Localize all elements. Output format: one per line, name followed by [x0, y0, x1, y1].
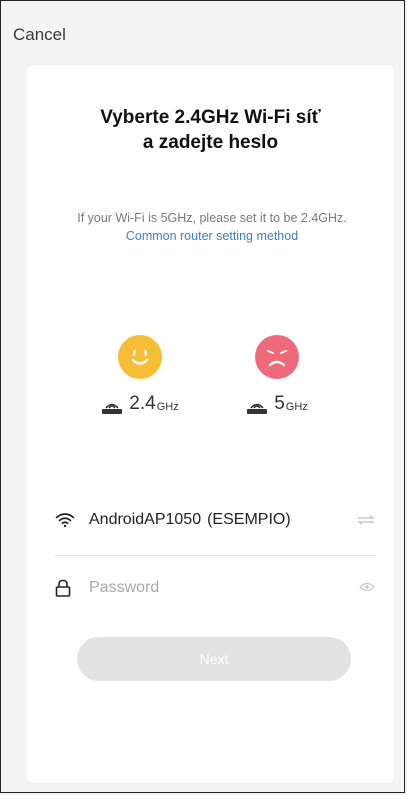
- sad-face-icon: [255, 335, 299, 379]
- divider: [55, 555, 375, 556]
- band-comparison: 2.4 GHz 5 GHz: [27, 335, 394, 415]
- lock-icon: [55, 579, 71, 597]
- band-2-4ghz: 2.4 GHz: [95, 335, 185, 415]
- router-setting-link[interactable]: Common router setting method: [126, 229, 298, 243]
- title-line-2: a zadejte heslo: [142, 132, 279, 153]
- wifi-icon: [55, 513, 75, 528]
- switch-network-icon[interactable]: [357, 514, 375, 526]
- title-line-1: Vyberte 2.4GHz Wi-Fi síť: [100, 107, 321, 128]
- smile-face-icon: [118, 335, 162, 379]
- band-unit: GHz: [156, 401, 179, 413]
- app-frame: Cancel Vyberte 2.4GHz Wi-Fi síť a zadejt…: [0, 0, 405, 793]
- router-icon: [247, 403, 268, 414]
- wifi-setup-card: Vyberte 2.4GHz Wi-Fi síť a zadejte heslo…: [27, 65, 394, 783]
- wifi-ssid: AndroidAP1050: [89, 511, 202, 528]
- cancel-button[interactable]: Cancel: [13, 25, 66, 45]
- band-label-5: 5 GHz: [232, 393, 322, 415]
- password-input[interactable]: [89, 579, 309, 597]
- next-button[interactable]: Next: [77, 637, 351, 681]
- page-title: Vyberte 2.4GHz Wi-Fi síť a zadejte heslo: [27, 105, 394, 155]
- band-value: 2.4: [129, 393, 156, 414]
- password-row: [55, 570, 375, 606]
- band-5ghz: 5 GHz: [232, 335, 322, 415]
- band-unit: GHz: [285, 401, 308, 413]
- band-label-2-4: 2.4 GHz: [95, 393, 185, 415]
- router-icon: [102, 403, 123, 414]
- band-hint: If your Wi-Fi is 5GHz, please set it to …: [57, 209, 367, 245]
- wifi-network-row[interactable]: AndroidAP1050 (ESEMPIO): [55, 502, 375, 538]
- hint-text: If your Wi-Fi is 5GHz, please set it to …: [77, 211, 347, 225]
- band-value: 5: [274, 393, 285, 414]
- ssid-example-note: (ESEMPIO): [207, 511, 291, 528]
- eye-icon[interactable]: [359, 582, 375, 592]
